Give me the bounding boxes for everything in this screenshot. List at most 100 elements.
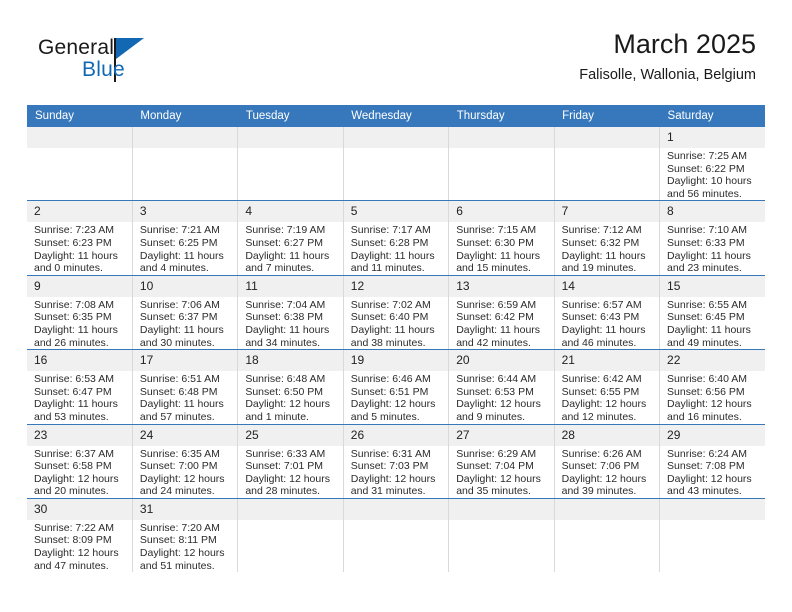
sunset-time: Sunset: 7:08 PM xyxy=(667,460,745,473)
daylight-duration-line2: and 31 minutes. xyxy=(350,485,426,498)
daylight-duration-line1: Daylight: 11 hours xyxy=(667,323,751,336)
calendar-day-cell[interactable]: 3 Sunrise: 7:21 AM Sunset: 6:25 PM Daylight… xyxy=(132,200,239,276)
calendar-day-cell[interactable]: 28 Sunrise: 6:26 AM Sunset: 7:06 PM Dayligh… xyxy=(554,424,661,499)
calendar-day-cell[interactable]: 31 Sunrise: 7:20 AM Sunset: 8:11 PM Dayligh… xyxy=(132,498,239,573)
day-details: Sunrise: 7:04 AM Sunset: 6:38 PM Daylight:… xyxy=(238,297,342,349)
calendar-day-cell-empty xyxy=(448,127,555,202)
title-block: March 2025 Falisolle, Wallonia, Belgium xyxy=(579,28,756,85)
daylight-duration-line1: Daylight: 11 hours xyxy=(667,249,751,262)
sunset-time: Sunset: 6:43 PM xyxy=(561,311,640,324)
sunset-time: Sunset: 6:22 PM xyxy=(667,162,745,175)
day-number: 1 xyxy=(660,127,765,148)
daylight-duration-line2: and 30 minutes. xyxy=(139,336,215,349)
calendar-day-cell[interactable]: 19 Sunrise: 6:46 AM Sunset: 6:51 PM Dayligh… xyxy=(343,349,450,425)
daylight-duration-line1: Daylight: 11 hours xyxy=(561,323,646,336)
sunrise-time: Sunrise: 7:19 AM xyxy=(245,224,326,237)
calendar-day-cell[interactable]: 23 Sunrise: 6:37 AM Sunset: 6:58 PM Dayligh… xyxy=(27,424,133,499)
calendar-day-cell[interactable]: 26 Sunrise: 6:31 AM Sunset: 7:03 PM Dayligh… xyxy=(343,424,450,499)
sunset-time: Sunset: 6:37 PM xyxy=(139,311,218,324)
daylight-duration-line1: Daylight: 12 hours xyxy=(34,547,119,560)
day-details: Sunrise: 6:26 AM Sunset: 7:06 PM Daylight:… xyxy=(555,446,659,498)
weekday-header-friday: Friday xyxy=(554,105,660,127)
calendar-day-cell[interactable]: 16 Sunrise: 6:53 AM Sunset: 6:47 PM Dayligh… xyxy=(27,349,133,425)
calendar-day-cell[interactable]: 18 Sunrise: 6:48 AM Sunset: 6:50 PM Dayligh… xyxy=(237,349,344,425)
calendar-day-cell[interactable]: 9 Sunrise: 7:08 AM Sunset: 6:35 PM Daylight… xyxy=(27,275,133,351)
daylight-duration-line2: and 38 minutes. xyxy=(350,336,426,349)
daylight-duration-line2: and 12 minutes. xyxy=(561,410,637,423)
sunrise-time: Sunrise: 6:24 AM xyxy=(667,447,747,460)
calendar-day-cell-empty xyxy=(237,498,344,573)
day-number xyxy=(660,498,765,520)
calendar-day-cell[interactable]: 14 Sunrise: 6:57 AM Sunset: 6:43 PM Dayligh… xyxy=(554,275,661,351)
daylight-duration-line1: Daylight: 11 hours xyxy=(139,398,224,411)
sunrise-time: Sunrise: 7:10 AM xyxy=(667,224,747,237)
daylight-duration-line1: Daylight: 12 hours xyxy=(350,398,436,411)
calendar-day-cell[interactable]: 27 Sunrise: 6:29 AM Sunset: 7:04 PM Dayligh… xyxy=(448,424,555,499)
page-title: March 2025 xyxy=(613,29,756,59)
day-number: 28 xyxy=(554,424,660,446)
sunset-time: Sunset: 6:50 PM xyxy=(245,385,323,398)
day-details: Sunrise: 6:31 AM Sunset: 7:03 PM Daylight:… xyxy=(344,446,448,498)
calendar-day-cell[interactable]: 4 Sunrise: 7:19 AM Sunset: 6:27 PM Daylight… xyxy=(237,200,344,276)
calendar-day-cell[interactable]: 5 Sunrise: 7:17 AM Sunset: 6:28 PM Daylight… xyxy=(343,200,450,276)
daylight-duration-line2: and 28 minutes. xyxy=(245,485,321,498)
calendar-day-cell[interactable]: 21 Sunrise: 6:42 AM Sunset: 6:55 PM Dayligh… xyxy=(554,349,661,425)
day-number: 16 xyxy=(27,350,132,372)
calendar-day-cell[interactable]: 30 Sunrise: 7:22 AM Sunset: 8:09 PM Dayligh… xyxy=(27,498,133,573)
daylight-duration-line1: Daylight: 12 hours xyxy=(561,398,647,411)
calendar-day-cell-empty xyxy=(448,498,555,573)
day-details: Sunrise: 7:10 AM Sunset: 6:33 PM Daylight:… xyxy=(660,222,765,274)
calendar-day-cell[interactable]: 7 Sunrise: 7:12 AM Sunset: 6:32 PM Daylight… xyxy=(554,200,661,276)
sunrise-time: Sunrise: 7:02 AM xyxy=(350,298,431,311)
brand-logo: General Blue xyxy=(38,36,218,92)
calendar-day-cell[interactable]: 12 Sunrise: 7:02 AM Sunset: 6:40 PM Dayligh… xyxy=(343,275,450,351)
day-number: 7 xyxy=(554,201,660,223)
day-number: 14 xyxy=(554,275,660,297)
day-details: Sunrise: 6:48 AM Sunset: 6:50 PM Daylight:… xyxy=(238,371,342,423)
day-number xyxy=(238,498,343,520)
day-details: Sunrise: 6:40 AM Sunset: 6:56 PM Daylight:… xyxy=(660,371,765,423)
daylight-duration-line1: Daylight: 11 hours xyxy=(456,249,541,262)
calendar-day-cell[interactable]: 25 Sunrise: 6:33 AM Sunset: 7:01 PM Dayligh… xyxy=(237,424,344,499)
daylight-duration-line1: Daylight: 11 hours xyxy=(139,249,224,262)
sunset-time: Sunset: 6:48 PM xyxy=(139,385,218,398)
calendar-day-cell[interactable]: 13 Sunrise: 6:59 AM Sunset: 6:42 PM Dayligh… xyxy=(448,275,555,351)
calendar-day-cell[interactable]: 10 Sunrise: 7:06 AM Sunset: 6:37 PM Dayligh… xyxy=(132,275,239,351)
day-number xyxy=(343,127,449,148)
calendar-day-cell[interactable]: 20 Sunrise: 6:44 AM Sunset: 6:53 PM Dayligh… xyxy=(448,349,555,425)
sunrise-time: Sunrise: 6:53 AM xyxy=(34,373,114,386)
daylight-duration-line1: Daylight: 12 hours xyxy=(667,472,752,485)
calendar-day-cell[interactable]: 24 Sunrise: 6:35 AM Sunset: 7:00 PM Dayligh… xyxy=(132,424,239,499)
day-number: 18 xyxy=(238,350,343,372)
calendar-day-cell[interactable]: 1 Sunrise: 7:25 AM Sunset: 6:22 PM Daylight… xyxy=(659,127,765,202)
calendar-day-cell[interactable]: 6 Sunrise: 7:15 AM Sunset: 6:30 PM Daylight… xyxy=(448,200,555,276)
day-number xyxy=(343,498,449,520)
calendar-day-cell[interactable]: 2 Sunrise: 7:23 AM Sunset: 6:23 PM Daylight… xyxy=(27,200,133,276)
daylight-duration-line2: and 19 minutes. xyxy=(561,262,637,275)
daylight-duration-line1: Daylight: 11 hours xyxy=(561,249,646,262)
sunset-time: Sunset: 6:28 PM xyxy=(350,236,429,249)
day-details: Sunrise: 7:25 AM Sunset: 6:22 PM Daylight:… xyxy=(660,148,765,200)
daylight-duration-line2: and 35 minutes. xyxy=(456,485,531,498)
calendar-day-cell[interactable]: 8 Sunrise: 7:10 AM Sunset: 6:33 PM Daylight… xyxy=(659,200,765,276)
day-details: Sunrise: 7:06 AM Sunset: 6:37 PM Daylight:… xyxy=(133,297,237,349)
daylight-duration-line1: Daylight: 11 hours xyxy=(456,323,541,336)
calendar-day-cell[interactable]: 11 Sunrise: 7:04 AM Sunset: 6:38 PM Dayligh… xyxy=(237,275,344,351)
daylight-duration-line2: and 26 minutes. xyxy=(34,336,109,349)
day-number xyxy=(132,127,238,148)
sunrise-time: Sunrise: 6:46 AM xyxy=(350,373,431,386)
day-details: Sunrise: 6:53 AM Sunset: 6:47 PM Daylight:… xyxy=(27,371,132,423)
calendar-body: 1 Sunrise: 7:25 AM Sunset: 6:22 PM Daylight… xyxy=(27,127,765,573)
calendar-day-cell[interactable]: 17 Sunrise: 6:51 AM Sunset: 6:48 PM Dayligh… xyxy=(132,349,239,425)
daylight-duration-line1: Daylight: 11 hours xyxy=(34,323,118,336)
calendar-day-cell[interactable]: 22 Sunrise: 6:40 AM Sunset: 6:56 PM Dayligh… xyxy=(659,349,765,425)
calendar-day-cell[interactable]: 29 Sunrise: 6:24 AM Sunset: 7:08 PM Dayligh… xyxy=(659,424,765,499)
calendar-table: Sunday Monday Tuesday Wednesday Thursday… xyxy=(27,105,765,573)
day-number: 13 xyxy=(449,275,554,297)
sunrise-time: Sunrise: 7:23 AM xyxy=(34,224,114,237)
page-header: General Blue March 2025 Falisolle, Wallo… xyxy=(0,0,792,104)
sunrise-time: Sunrise: 6:29 AM xyxy=(456,447,537,460)
calendar-day-cell[interactable]: 15 Sunrise: 6:55 AM Sunset: 6:45 PM Dayligh… xyxy=(659,275,765,351)
day-details: Sunrise: 7:17 AM Sunset: 6:28 PM Daylight:… xyxy=(344,222,448,274)
day-number xyxy=(27,127,132,148)
